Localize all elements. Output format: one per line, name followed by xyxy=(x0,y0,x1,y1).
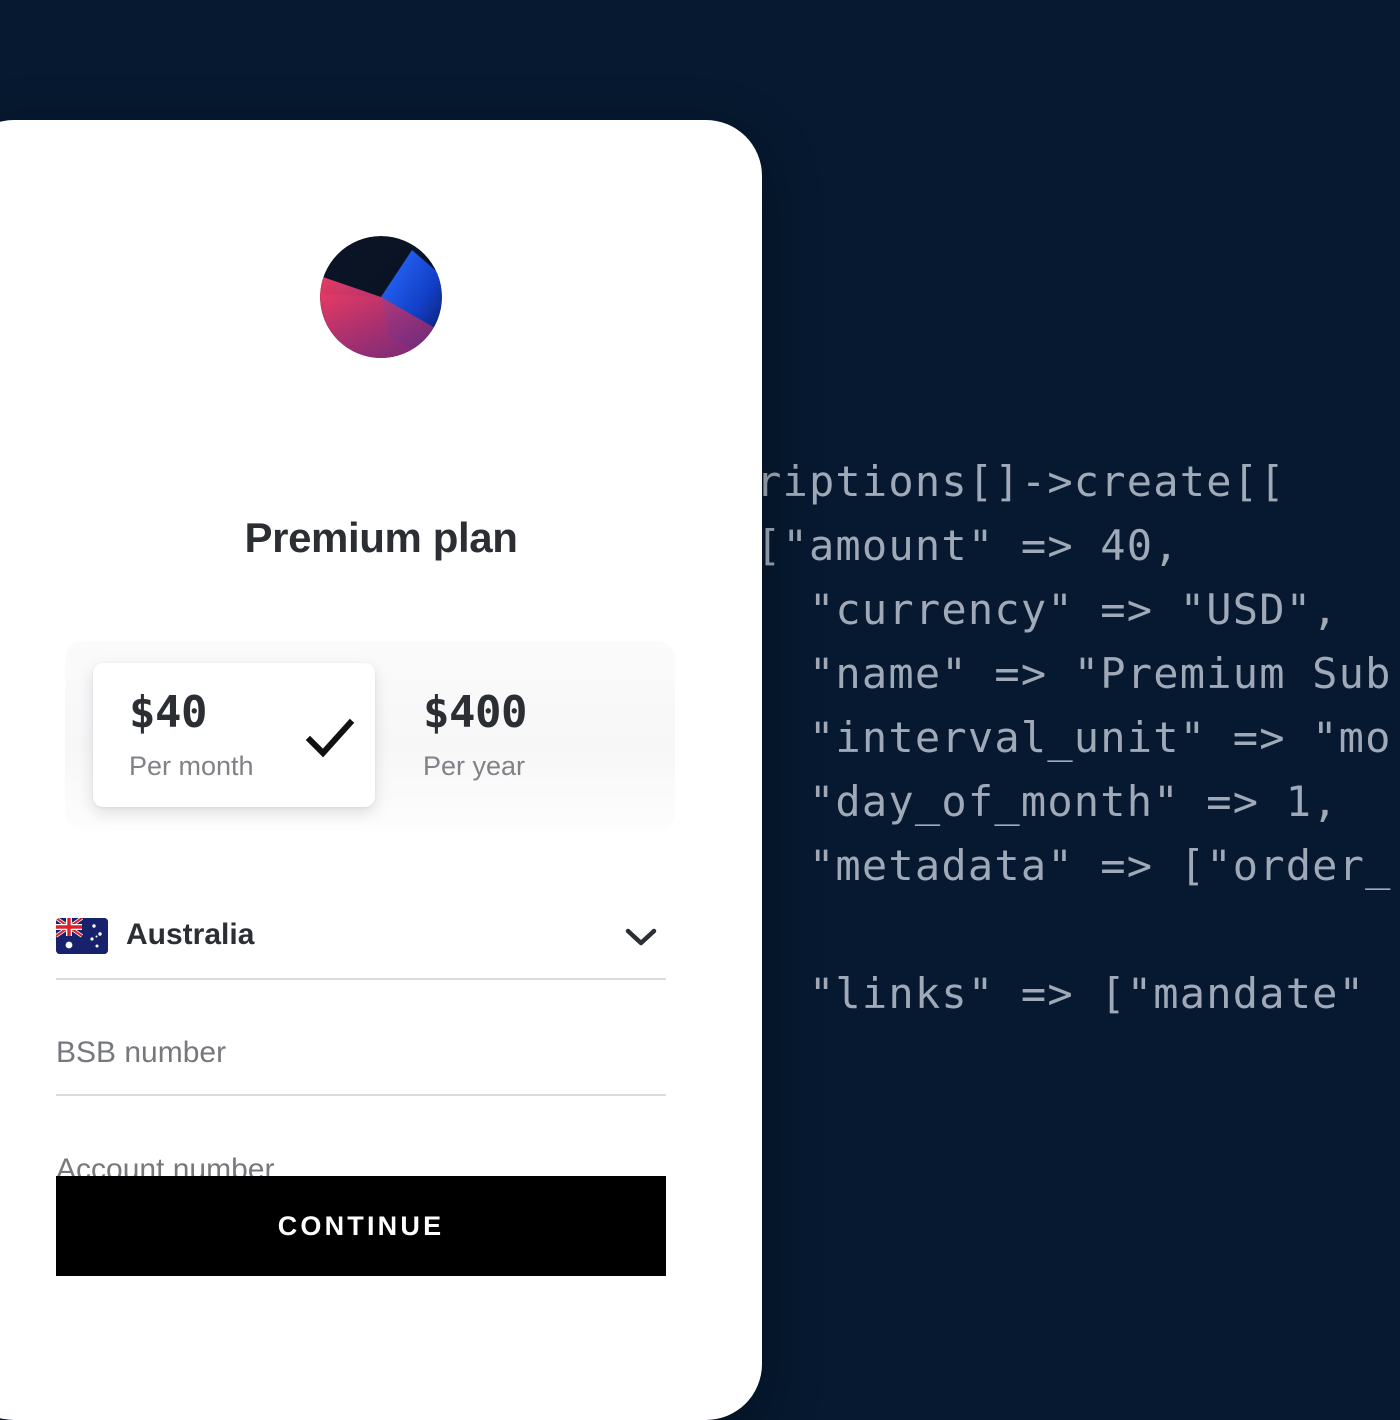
bsb-number-placeholder: BSB number xyxy=(56,1036,227,1069)
brand-logo-wrap xyxy=(0,236,762,363)
code-line: "name" => "Premium Sub xyxy=(703,649,1392,698)
country-select[interactable]: Australia xyxy=(56,902,666,980)
price-period-monthly: Per month xyxy=(129,751,254,781)
price-option-yearly[interactable]: $400 Per year xyxy=(395,663,655,807)
continue-button[interactable]: CONTINUE xyxy=(56,1176,666,1276)
price-amount-monthly: $40 xyxy=(129,687,207,738)
country-label: Australia xyxy=(126,918,255,951)
code-snippet: scriptions[]->create[[ ["amount" => 40, … xyxy=(703,450,1392,1026)
page-title: Premium plan xyxy=(244,514,518,561)
price-period-yearly: Per year xyxy=(423,751,526,781)
code-line: scriptions[]->create[[ xyxy=(703,457,1286,506)
pricing-selector: $40 Per month $400 Per year xyxy=(65,641,675,831)
chevron-down-icon[interactable] xyxy=(624,924,658,950)
code-line: ["amount" => 40, xyxy=(703,521,1180,570)
check-icon xyxy=(303,711,357,765)
price-option-monthly[interactable]: $40 Per month xyxy=(93,663,375,807)
pie-sphere-logo-icon xyxy=(320,236,442,358)
code-line: "currency" => "USD", xyxy=(703,585,1339,634)
bsb-number-field[interactable]: BSB number xyxy=(56,1018,666,1096)
checkout-card: Premium plan $40 Per month $400 Per year xyxy=(0,120,762,1420)
code-line: "interval_unit" => "mo xyxy=(703,713,1392,762)
code-line: "links" => ["mandate" xyxy=(703,969,1366,1018)
checkout-card-content: Premium plan $40 Per month $400 Per year xyxy=(0,120,762,1370)
code-line: "day_of_month" => 1, xyxy=(703,777,1339,826)
screenshot-root: scriptions[]->create[[ ["amount" => 40, … xyxy=(0,0,1400,1420)
flag-australia-icon xyxy=(56,918,108,954)
code-line: "metadata" => ["order_ xyxy=(703,841,1392,890)
price-amount-yearly: $400 xyxy=(423,687,527,738)
